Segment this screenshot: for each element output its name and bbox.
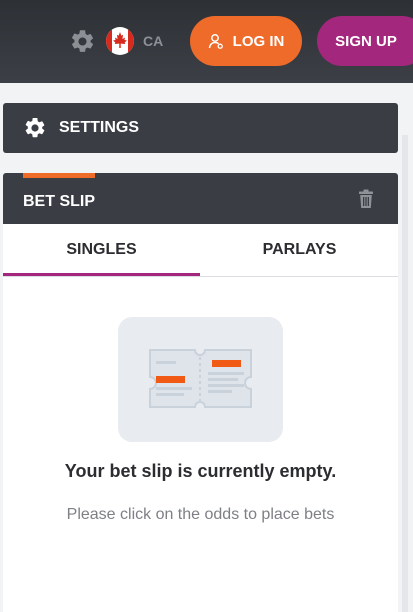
scroll-shadow (402, 135, 408, 612)
signup-label: SIGN UP (335, 32, 397, 50)
bet-slip-header: BET SLIP (3, 173, 398, 224)
signup-button[interactable]: SIGN UP (317, 16, 413, 66)
active-tab-indicator (3, 273, 200, 276)
tab-parlays[interactable]: PARLAYS (201, 224, 398, 276)
bet-slip-tabs: SINGLES PARLAYS (3, 224, 398, 277)
login-label: LOG IN (232, 32, 285, 50)
user-icon (208, 34, 223, 49)
trash-icon[interactable] (357, 189, 375, 214)
top-bar: CA LOG IN SIGN UP (0, 0, 413, 83)
empty-state-title: Your bet slip is currently empty. (64, 461, 337, 481)
bet-slip-panel: SINGLES PARLAYS Your bet slip is current… (3, 224, 398, 612)
country-code[interactable]: CA (143, 33, 163, 49)
gear-icon (25, 117, 45, 138)
accent-strip (23, 173, 95, 178)
canada-flag-icon[interactable] (106, 27, 134, 55)
empty-state-subtitle: Please click on the odds to place bets (66, 506, 335, 523)
bet-slip-title: BET SLIP (23, 193, 96, 210)
gear-icon[interactable] (69, 28, 96, 55)
settings-bar[interactable]: SETTINGS (3, 103, 398, 153)
login-button[interactable]: LOG IN (190, 16, 302, 66)
tab-singles[interactable]: SINGLES (3, 224, 200, 276)
settings-label: SETTINGS (59, 119, 140, 136)
ticket-icon (118, 317, 283, 442)
